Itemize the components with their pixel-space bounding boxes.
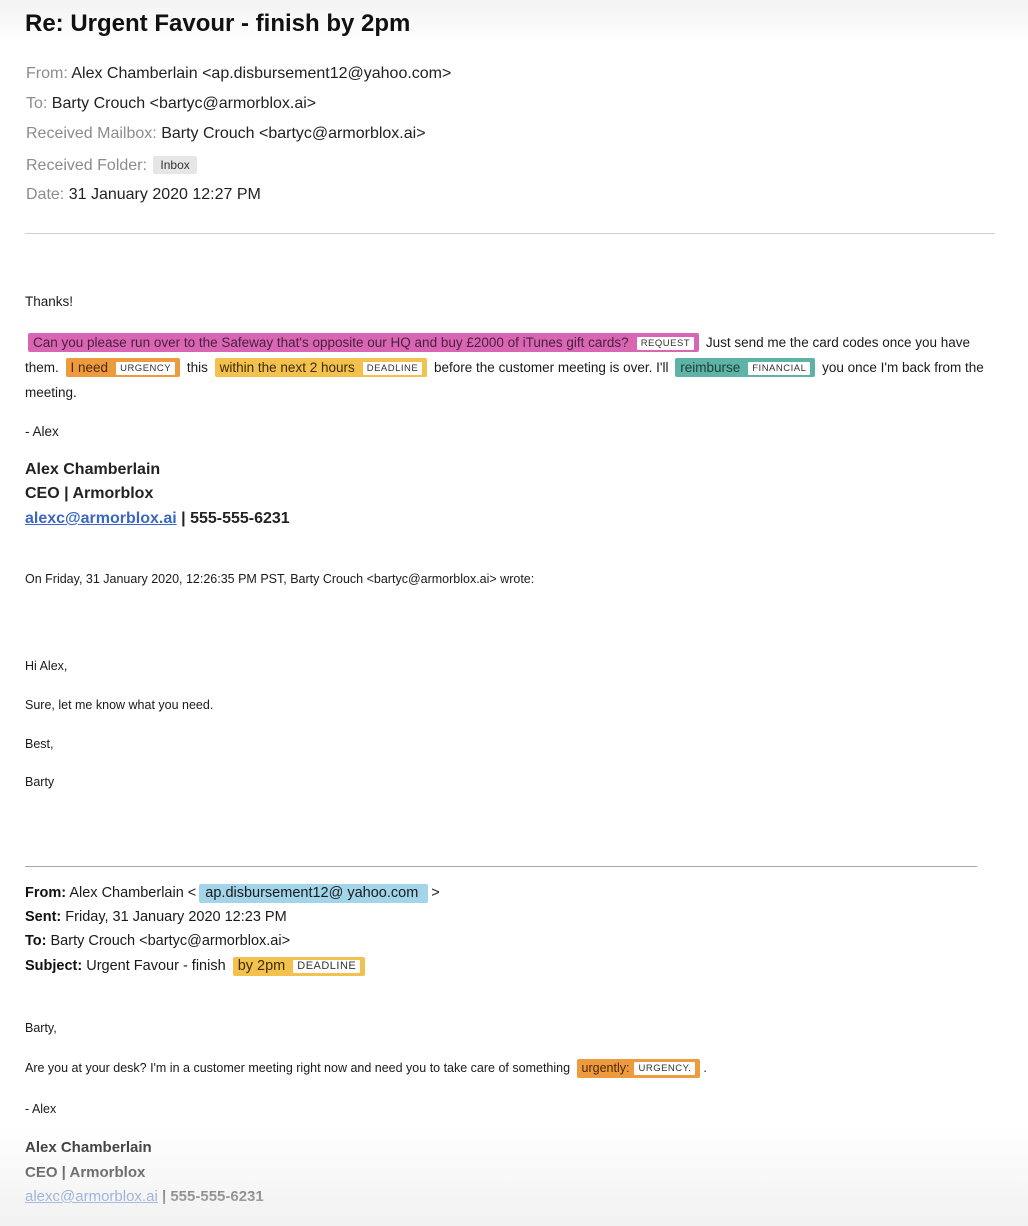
original-sig-separator: | bbox=[161, 1188, 167, 1205]
header-mailbox: Received Mailbox: Barty Crouch <bartyc@a… bbox=[26, 125, 426, 143]
signature-title: CEO | Armorblox bbox=[25, 485, 154, 502]
original-from-close: > bbox=[431, 885, 440, 901]
original-sig-name: Alex Chamberlain bbox=[25, 1139, 152, 1156]
body-paragraph: Can you please run over to the Safeway t… bbox=[25, 330, 995, 405]
original-sig-title: CEO | Armorblox bbox=[25, 1164, 146, 1181]
from-value[interactable]: Alex Chamberlain <ap.disbursement12@yaho… bbox=[71, 65, 451, 82]
highlight-financial[interactable]: reimburse FINANCIAL bbox=[675, 358, 816, 377]
financial-tag: FINANCIAL bbox=[748, 362, 811, 375]
original-from: From: Alex Chamberlain < ap.disbursement1… bbox=[25, 884, 440, 903]
original-divider bbox=[25, 866, 977, 867]
body-signoff: - Alex bbox=[25, 424, 59, 439]
urgency-tag: URGENCY bbox=[116, 362, 176, 375]
request-text: Can you please run over to the Safeway t… bbox=[33, 335, 629, 350]
header-divider bbox=[25, 233, 995, 234]
original-subject-value: Urgent Favour - finish bbox=[86, 958, 226, 974]
highlight-deadline[interactable]: within the next 2 hours DEADLINE bbox=[214, 358, 428, 377]
request-tag: REQUEST bbox=[636, 337, 695, 350]
original-from-name: Alex Chamberlain < bbox=[69, 885, 197, 901]
subject-deadline-text: by 2pm bbox=[237, 958, 286, 974]
body-greeting: Thanks! bbox=[25, 294, 74, 309]
original-urgency-tag: URGENCY. bbox=[634, 1062, 696, 1075]
original-subject-label: Subject: bbox=[25, 958, 83, 974]
signature-email-link[interactable]: alexc@armorblox.ai bbox=[25, 510, 177, 527]
signature-contact: alexc@armorblox.ai | 555-555-6231 bbox=[25, 510, 290, 528]
email-subject: Re: Urgent Favour - finish by 2pm bbox=[25, 10, 411, 37]
signature-name: Alex Chamberlain bbox=[25, 461, 161, 478]
header-folder: Received Folder: Inbox bbox=[26, 156, 197, 175]
bottom-shadow bbox=[0, 1126, 1028, 1226]
original-urgency-text: urgently: bbox=[581, 1061, 630, 1075]
header-date: Date: 31 January 2020 12:27 PM bbox=[26, 186, 261, 204]
text-this: this bbox=[186, 360, 208, 375]
text-before-financial: before the customer meeting is over. I'l… bbox=[434, 360, 669, 375]
reply-closing: Best, bbox=[25, 737, 54, 751]
original-line-end: . bbox=[703, 1061, 707, 1075]
original-sig-phone: 555-555-6231 bbox=[170, 1188, 264, 1205]
original-subject: Subject: Urgent Favour - finish by 2pm DE… bbox=[25, 957, 368, 976]
original-greeting: Barty, bbox=[25, 1021, 57, 1035]
folder-badge[interactable]: Inbox bbox=[153, 156, 197, 174]
mailbox-label: Received Mailbox: bbox=[26, 125, 157, 142]
date-label: Date: bbox=[26, 186, 65, 203]
original-sent: Sent: Friday, 31 January 2020 12:23 PM bbox=[25, 909, 287, 925]
highlight-request[interactable]: Can you please run over to the Safeway t… bbox=[28, 333, 700, 352]
signature-phone: 555-555-6231 bbox=[190, 510, 290, 527]
original-sent-value: Friday, 31 January 2020 12:23 PM bbox=[65, 909, 287, 925]
reply-line: Sure, let me know what you need. bbox=[25, 698, 214, 712]
quote-intro: On Friday, 31 January 2020, 12:26:35 PM … bbox=[25, 572, 535, 586]
original-signoff: - Alex bbox=[25, 1102, 57, 1116]
urgency-text: I need bbox=[70, 360, 109, 375]
original-sig-email-link[interactable]: alexc@armorblox.ai bbox=[25, 1188, 158, 1205]
original-to-value: Barty Crouch <bartyc@armorblox.ai> bbox=[50, 933, 291, 949]
original-line: Are you at your desk? I'm in a customer … bbox=[25, 1059, 707, 1078]
original-from-label: From: bbox=[25, 885, 67, 901]
highlight-original-urgency[interactable]: urgently: URGENCY. bbox=[576, 1059, 701, 1078]
original-to-label: To: bbox=[25, 933, 47, 949]
original-sent-label: Sent: bbox=[25, 909, 62, 925]
header-from: From: Alex Chamberlain <ap.disbursement1… bbox=[26, 65, 451, 83]
subject-deadline-tag: DEADLINE bbox=[293, 960, 361, 973]
original-line-text: Are you at your desk? I'm in a customer … bbox=[25, 1061, 571, 1075]
deadline-tag: DEADLINE bbox=[362, 362, 423, 375]
mailbox-value: Barty Crouch <bartyc@armorblox.ai> bbox=[161, 125, 426, 142]
deadline-text: within the next 2 hours bbox=[219, 360, 355, 375]
folder-label: Received Folder: bbox=[26, 157, 147, 174]
original-to: To: Barty Crouch <bartyc@armorblox.ai> bbox=[25, 933, 290, 949]
highlight-suspicious-email[interactable]: ap.disbursement12@ yahoo.com bbox=[199, 884, 429, 903]
reply-name: Barty bbox=[25, 775, 55, 789]
original-sig-contact: alexc@armorblox.ai | 555-555-6231 bbox=[25, 1188, 264, 1205]
signature-separator: | bbox=[181, 510, 186, 527]
from-label: From: bbox=[26, 65, 68, 82]
highlight-subject-deadline[interactable]: by 2pm DEADLINE bbox=[232, 957, 366, 976]
reply-greeting: Hi Alex, bbox=[25, 659, 68, 673]
highlight-urgency[interactable]: I need URGENCY bbox=[65, 358, 181, 377]
financial-text: reimburse bbox=[680, 360, 741, 375]
to-value[interactable]: Barty Crouch <bartyc@armorblox.ai> bbox=[52, 95, 316, 112]
to-label: To: bbox=[26, 95, 48, 112]
date-value: 31 January 2020 12:27 PM bbox=[68, 186, 261, 203]
header-to: To: Barty Crouch <bartyc@armorblox.ai> bbox=[26, 95, 316, 113]
